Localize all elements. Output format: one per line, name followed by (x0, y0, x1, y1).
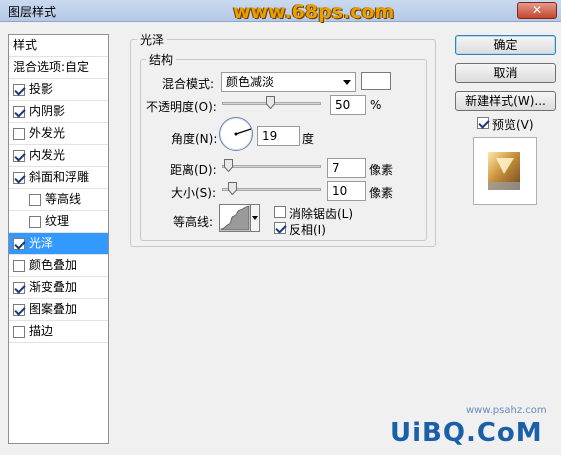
contour-curve-icon (220, 205, 250, 231)
list-header-styles[interactable]: 样式 (9, 35, 108, 57)
antialias-label: 消除锯齿(L) (289, 207, 354, 221)
title-bar: 图层样式 www.68ps.com ✕ (0, 0, 561, 23)
outer-glow-checkbox[interactable] (13, 128, 25, 140)
list-item-inner-glow[interactable]: 内发光 (9, 145, 108, 167)
list-item-outer-glow[interactable]: 外发光 (9, 123, 108, 145)
angle-needle-icon (234, 128, 252, 136)
angle-label: 角度(N): (171, 132, 218, 146)
angle-dial[interactable] (219, 117, 253, 151)
invert-label: 反相(I) (289, 223, 326, 237)
size-label: 大小(S): (171, 186, 217, 200)
stroke-checkbox[interactable] (13, 326, 25, 338)
footer-logo-text: UiBQ.CoM (390, 418, 543, 448)
contour-preview[interactable] (219, 204, 251, 232)
list-item-label: 混合选项:自定 (13, 60, 90, 74)
list-item-satin[interactable]: 光泽 (9, 233, 108, 255)
contour-checkbox[interactable] (29, 194, 41, 206)
list-item-label: 纹理 (45, 214, 70, 228)
list-item-label: 光泽 (29, 236, 54, 250)
window-title: 图层样式 (8, 5, 57, 19)
inner-glow-checkbox[interactable] (13, 150, 25, 162)
ok-button[interactable]: 确定 (455, 35, 556, 55)
list-item-gradient-overlay[interactable]: 渐变叠加 (9, 277, 108, 299)
drop-shadow-checkbox[interactable] (13, 84, 25, 96)
blend-color-swatch[interactable] (361, 72, 391, 90)
list-item-texture[interactable]: 纹理 (9, 211, 108, 233)
footer-small-url: www.psahz.com (466, 405, 547, 416)
antialias-checkbox[interactable] (274, 206, 286, 218)
gradient-overlay-checkbox[interactable] (13, 282, 25, 294)
opacity-unit: % (370, 98, 382, 112)
distance-label: 距离(D): (170, 163, 217, 177)
list-item-bevel-emboss[interactable]: 斜面和浮雕 (9, 167, 108, 189)
invert-checkbox[interactable] (274, 222, 286, 234)
list-item-drop-shadow[interactable]: 投影 (9, 79, 108, 101)
cancel-button[interactable]: 取消 (455, 63, 556, 83)
watermark-text: www.68ps.com (233, 1, 395, 23)
inner-shadow-checkbox[interactable] (13, 106, 25, 118)
list-item-label: 外发光 (29, 126, 66, 140)
size-slider-thumb[interactable] (228, 182, 237, 195)
list-item-contour[interactable]: 等高线 (9, 189, 108, 211)
chevron-down-icon (343, 80, 351, 85)
list-item-inner-shadow[interactable]: 内阴影 (9, 101, 108, 123)
close-button[interactable]: ✕ (517, 2, 557, 19)
preview-checkbox[interactable] (477, 117, 489, 129)
list-item-color-overlay[interactable]: 颜色叠加 (9, 255, 108, 277)
pattern-overlay-checkbox[interactable] (13, 304, 25, 316)
blend-mode-select[interactable]: 颜色减淡 (221, 72, 356, 92)
list-item-label: 描边 (29, 324, 54, 338)
style-preview (473, 137, 537, 205)
list-item-label: 内发光 (29, 148, 66, 162)
blend-mode-label: 混合模式: (162, 77, 215, 91)
list-item-label: 渐变叠加 (29, 280, 78, 294)
angle-input[interactable]: 19 (257, 126, 300, 146)
blend-mode-value: 颜色减淡 (226, 75, 275, 89)
bevel-emboss-checkbox[interactable] (13, 172, 25, 184)
chevron-down-icon (252, 216, 258, 220)
distance-input[interactable]: 7 (327, 158, 366, 178)
satin-checkbox[interactable] (13, 238, 25, 250)
size-input[interactable]: 10 (327, 181, 366, 201)
list-item-stroke[interactable]: 描边 (9, 321, 108, 343)
styles-list: 样式 混合选项:自定 投影 内阴影 外发光 内发光 斜面和浮雕 等高线 纹理 光… (8, 34, 109, 444)
distance-slider-thumb[interactable] (224, 159, 233, 172)
opacity-input[interactable]: 50 (330, 95, 366, 115)
list-item-label: 投影 (29, 82, 54, 96)
contour-label: 等高线: (173, 215, 214, 229)
list-item-label: 斜面和浮雕 (29, 170, 90, 184)
list-item-label: 内阴影 (29, 104, 66, 118)
new-style-button[interactable]: 新建样式(W)... (455, 91, 556, 111)
preview-label: 预览(V) (492, 118, 534, 132)
distance-slider-track[interactable] (222, 165, 321, 168)
structure-group-title: 结构 (146, 51, 177, 68)
size-unit: 像素 (369, 186, 394, 200)
opacity-label: 不透明度(O): (146, 100, 217, 114)
list-item-blending-options[interactable]: 混合选项:自定 (9, 57, 108, 79)
distance-unit: 像素 (369, 163, 394, 177)
contour-dropdown-button[interactable] (250, 204, 260, 232)
texture-checkbox[interactable] (29, 216, 41, 228)
list-item-label: 等高线 (45, 192, 82, 206)
list-item-label: 颜色叠加 (29, 258, 78, 272)
list-header-label: 样式 (13, 38, 38, 52)
satin-group-title: 光泽 (137, 31, 168, 48)
color-overlay-checkbox[interactable] (13, 260, 25, 272)
opacity-slider-thumb[interactable] (266, 96, 275, 109)
list-item-label: 图案叠加 (29, 302, 78, 316)
preview-thumbnail-icon (488, 152, 520, 190)
list-item-pattern-overlay[interactable]: 图案叠加 (9, 299, 108, 321)
angle-unit: 度 (302, 132, 315, 146)
